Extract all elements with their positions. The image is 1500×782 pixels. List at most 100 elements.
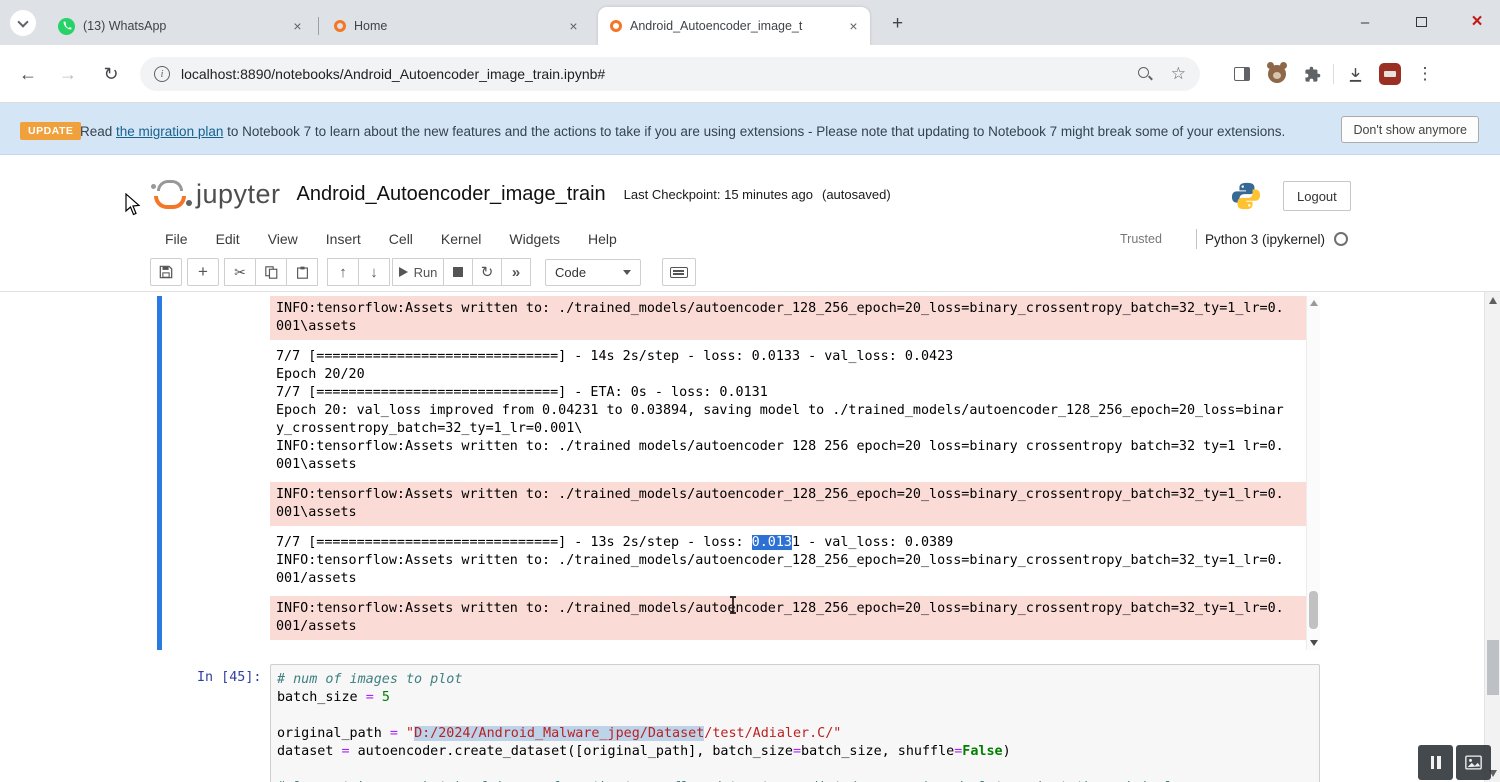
- page-scrollbar-thumb[interactable]: [1486, 640, 1499, 695]
- window-close-button[interactable]: ×: [1454, 0, 1500, 44]
- notebook-toolbar: + ✂ ↑ ↓ Run ↻ » Code: [0, 256, 1500, 292]
- window-minimize-button[interactable]: –: [1342, 0, 1388, 44]
- browser-navbar: ← → ↻ i localhost:8890/notebooks/Android…: [0, 45, 1500, 103]
- restart-run-all-button[interactable]: »: [501, 258, 531, 286]
- output-line: 001\assets: [276, 505, 357, 520]
- output-line: INFO:tensorflow:Assets written to: ./tra…: [276, 553, 1284, 568]
- output-line: 001\assets: [276, 457, 357, 472]
- notebook-title[interactable]: Android_Autoencoder_image_train: [297, 183, 606, 206]
- scroll-up-arrow[interactable]: [1310, 300, 1318, 306]
- window-maximize-button[interactable]: [1398, 0, 1444, 44]
- zoom-icon[interactable]: [1137, 66, 1153, 82]
- paste-cell-button[interactable]: [286, 258, 318, 286]
- jupyter-wordmark[interactable]: jupyter: [196, 179, 281, 210]
- move-cell-down-button[interactable]: ↓: [358, 258, 390, 286]
- menubar: File Edit View Insert Cell Kernel Widget…: [0, 222, 1500, 256]
- trusted-badge[interactable]: Trusted: [1120, 232, 1162, 246]
- move-cell-up-button[interactable]: ↑: [327, 258, 359, 286]
- tab-whatsapp[interactable]: (13) WhatsApp ×: [46, 7, 314, 45]
- back-button[interactable]: ←: [14, 60, 42, 88]
- scroll-down-arrow[interactable]: [1310, 640, 1318, 646]
- close-tab-icon[interactable]: ×: [845, 18, 862, 35]
- selected-cell-indicator: [157, 296, 162, 650]
- overlay-screenshot-button[interactable]: [1456, 745, 1491, 780]
- command-palette-button[interactable]: [662, 258, 696, 286]
- copy-cell-button[interactable]: [255, 258, 287, 286]
- selected-text: D:/2024/Android_Malware_jpeg/Dataset: [414, 726, 705, 741]
- menu-divider: [1195, 229, 1197, 249]
- menu-kernel[interactable]: Kernel: [441, 231, 481, 247]
- notebook-content: INFO:tensorflow:Assets written to: ./tra…: [0, 292, 1500, 782]
- image-icon: [1465, 755, 1482, 770]
- tab-search-button[interactable]: [10, 10, 36, 36]
- output-line: INFO:tensorflow:Assets written to: ./tra…: [276, 601, 1284, 616]
- tab-notebook-active[interactable]: Android_Autoencoder_image_t ×: [598, 7, 870, 45]
- output-line: 001\assets: [276, 319, 357, 334]
- output-line: 7/7 [==============================] - 1…: [276, 349, 954, 364]
- output-scrollbar-thumb[interactable]: [1309, 591, 1318, 629]
- output-line: Epoch 20: val_loss improved from 0.04231…: [276, 403, 1284, 418]
- cell-type-select[interactable]: Code: [545, 259, 641, 286]
- output-line: 001/assets: [276, 619, 357, 634]
- downloads-button[interactable]: [1341, 60, 1369, 88]
- browser-tab-strip: (13) WhatsApp × Home × Android_Autoencod…: [0, 0, 1500, 45]
- migration-plan-link[interactable]: the migration plan: [116, 124, 223, 139]
- reload-button[interactable]: ↻: [97, 60, 125, 88]
- recorder-overlay: [1418, 745, 1491, 780]
- menu-view[interactable]: View: [268, 231, 298, 247]
- bear-extension-icon[interactable]: [1263, 60, 1291, 88]
- browser-menu-button[interactable]: ⋮: [1411, 60, 1439, 88]
- page-scrollbar[interactable]: [1484, 292, 1500, 782]
- side-panel-icon[interactable]: [1228, 60, 1256, 88]
- menu-file[interactable]: File: [165, 231, 188, 247]
- output-line: Epoch 20/20: [276, 367, 365, 382]
- dismiss-banner-button[interactable]: Don't show anymore: [1341, 116, 1479, 143]
- puzzle-icon: [1304, 66, 1320, 82]
- bear-icon: [1267, 62, 1287, 83]
- address-bar[interactable]: i localhost:8890/notebooks/Android_Autoe…: [140, 57, 1200, 91]
- url-text[interactable]: localhost:8890/notebooks/Android_Autoenc…: [181, 66, 1137, 82]
- add-cell-button[interactable]: +: [187, 258, 219, 286]
- code-line: original_path = "D:/2024/Android_Malware…: [277, 726, 842, 741]
- cut-cell-button[interactable]: ✂: [224, 258, 256, 286]
- close-tab-icon[interactable]: ×: [565, 18, 582, 35]
- code-editor[interactable]: # num of images to plot batch_size = 5 o…: [270, 664, 1320, 782]
- interrupt-kernel-button[interactable]: [443, 258, 473, 286]
- output-line: 7/7 [==============================] - E…: [276, 385, 768, 400]
- menu-edit[interactable]: Edit: [216, 231, 240, 247]
- chevron-down-icon: [623, 270, 631, 275]
- save-button[interactable]: [150, 258, 182, 286]
- jupyter-icon: [334, 20, 346, 32]
- tab-separator: [318, 17, 319, 35]
- output-scrollbar[interactable]: [1306, 296, 1320, 650]
- forward-button[interactable]: →: [54, 60, 82, 88]
- checkpoint-status: Last Checkpoint: 15 minutes ago: [623, 186, 813, 202]
- close-tab-icon[interactable]: ×: [289, 18, 306, 35]
- autosave-status: (autosaved): [822, 186, 891, 202]
- run-cell-button[interactable]: Run: [392, 258, 444, 286]
- restart-kernel-button[interactable]: ↻: [472, 258, 502, 286]
- overlay-pause-button[interactable]: [1418, 745, 1453, 780]
- menu-insert[interactable]: Insert: [326, 231, 361, 247]
- bookmark-star-icon[interactable]: ☆: [1171, 64, 1186, 84]
- menu-help[interactable]: Help: [588, 231, 617, 247]
- menu-widgets[interactable]: Widgets: [509, 231, 560, 247]
- cell-output-area: INFO:tensorflow:Assets written to: ./tra…: [270, 296, 1306, 650]
- tab-home[interactable]: Home ×: [322, 7, 590, 45]
- logout-button[interactable]: Logout: [1283, 181, 1351, 211]
- banner-message: Read the migration plan to Notebook 7 to…: [80, 124, 1286, 139]
- download-icon: [1349, 67, 1361, 82]
- profile-extension-icon[interactable]: [1376, 60, 1404, 88]
- menu-cell[interactable]: Cell: [389, 231, 413, 247]
- scroll-up-arrow[interactable]: [1488, 297, 1497, 304]
- code-line: # num of images to plot: [277, 672, 463, 687]
- jupyter-logo-icon[interactable]: [150, 175, 192, 213]
- stdout-output: 7/7 [==============================] - 1…: [270, 526, 1306, 596]
- site-info-icon[interactable]: i: [154, 66, 170, 82]
- output-line: INFO:tensorflow:Assets written to: ./tra…: [276, 439, 1284, 454]
- extensions-puzzle-icon[interactable]: [1298, 60, 1326, 88]
- new-tab-button[interactable]: +: [884, 10, 911, 37]
- chevron-down-icon: [17, 15, 29, 28]
- output-line: 001/assets: [276, 571, 357, 586]
